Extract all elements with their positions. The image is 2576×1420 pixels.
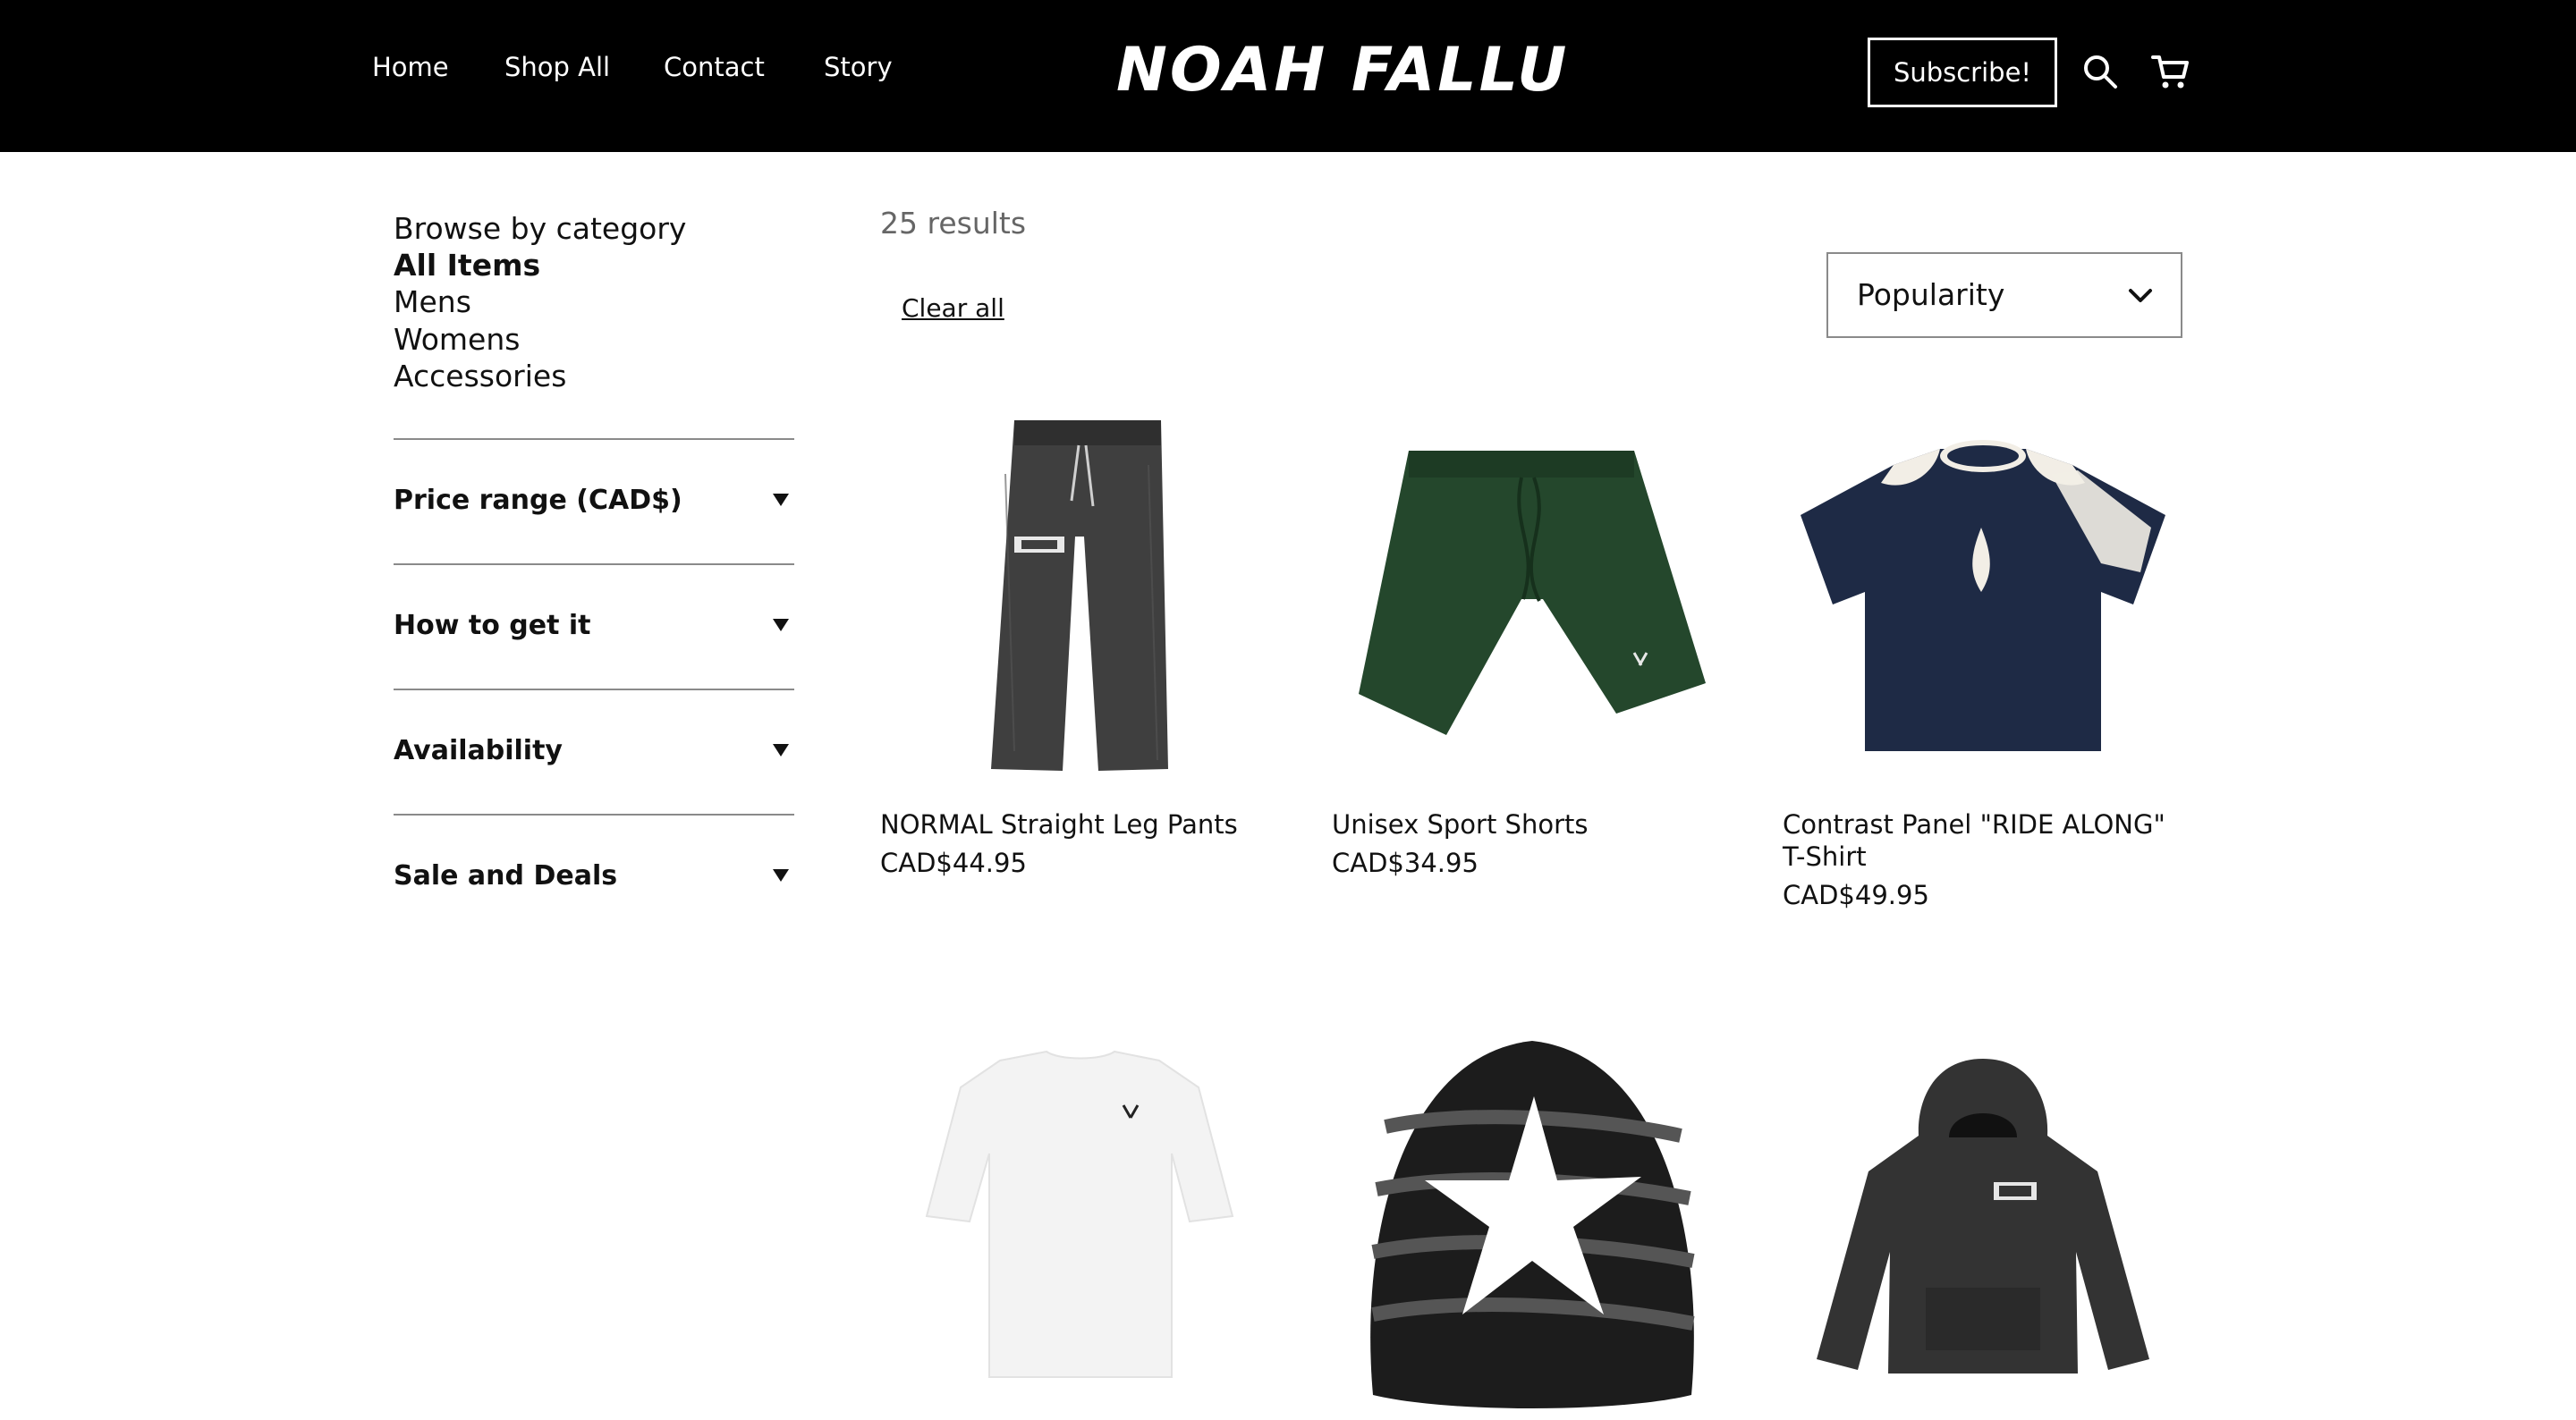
nav-contact[interactable]: Contact (664, 52, 765, 82)
caret-down-icon (773, 869, 789, 882)
filter-availability[interactable]: Availability (394, 724, 794, 778)
search-icon[interactable] (2080, 52, 2120, 91)
filter-label: Price range (CAD$) (394, 485, 682, 516)
filter-price-range[interactable]: Price range (CAD$) (394, 474, 794, 528)
filter-sale-and-deals[interactable]: Sale and Deals (394, 849, 794, 903)
filter-label: How to get it (394, 610, 591, 641)
caret-down-icon (773, 619, 789, 631)
chevron-down-icon (2129, 289, 2152, 302)
clear-all-link[interactable]: Clear all (902, 293, 1004, 323)
filter-how-to-get-it[interactable]: How to get it (394, 599, 794, 653)
product-price: CAD$44.95 (880, 848, 1027, 878)
product-image[interactable] (1332, 393, 1733, 794)
product-name[interactable]: NORMAL Straight Leg Pants (880, 808, 1281, 841)
site-logo[interactable]: NOAH FALLU (1116, 30, 1566, 111)
category-mens[interactable]: Mens (394, 284, 471, 319)
product-card[interactable] (880, 1019, 1281, 1420)
nav-shop-all[interactable]: Shop All (504, 52, 610, 82)
nav-home[interactable]: Home (372, 52, 449, 82)
browse-by-category-heading: Browse by category (394, 211, 687, 246)
product-price: CAD$49.95 (1783, 880, 1929, 910)
product-name[interactable]: Contrast Panel "RIDE ALONG" T-Shirt (1783, 808, 2183, 873)
sort-select[interactable]: Popularity (1826, 252, 2182, 338)
product-card[interactable] (1783, 1019, 2183, 1420)
product-image[interactable] (880, 393, 1281, 794)
sort-selected-value: Popularity (1857, 277, 2005, 312)
category-womens[interactable]: Womens (394, 322, 520, 357)
divider (394, 563, 794, 565)
product-card[interactable]: NORMAL Straight Leg Pants CAD$44.95 (880, 393, 1281, 912)
site-header: Home Shop All Contact Story NOAH FALLU S… (0, 0, 2576, 152)
filter-label: Sale and Deals (394, 860, 618, 892)
product-image[interactable] (1783, 393, 2183, 794)
divider (394, 814, 794, 816)
divider (394, 689, 794, 690)
results-count: 25 results (880, 206, 1027, 241)
product-card[interactable] (1332, 1019, 1733, 1420)
product-card[interactable]: Contrast Panel "RIDE ALONG" T-Shirt CAD$… (1783, 393, 2183, 912)
product-image[interactable] (880, 1019, 1281, 1420)
product-name[interactable]: Unisex Sport Shorts (1332, 808, 1733, 841)
product-price: CAD$34.95 (1332, 848, 1479, 878)
subscribe-button[interactable]: Subscribe! (1868, 38, 2057, 107)
caret-down-icon (773, 744, 789, 756)
caret-down-icon (773, 494, 789, 506)
cart-icon[interactable] (2150, 52, 2190, 91)
nav-story[interactable]: Story (824, 52, 893, 82)
product-image[interactable] (1332, 1019, 1733, 1420)
category-accessories[interactable]: Accessories (394, 359, 566, 393)
product-card[interactable]: Unisex Sport Shorts CAD$34.95 (1332, 393, 1733, 912)
product-image[interactable] (1783, 1019, 2183, 1420)
category-all-items[interactable]: All Items (394, 248, 540, 283)
filter-label: Availability (394, 735, 563, 766)
divider (394, 438, 794, 440)
